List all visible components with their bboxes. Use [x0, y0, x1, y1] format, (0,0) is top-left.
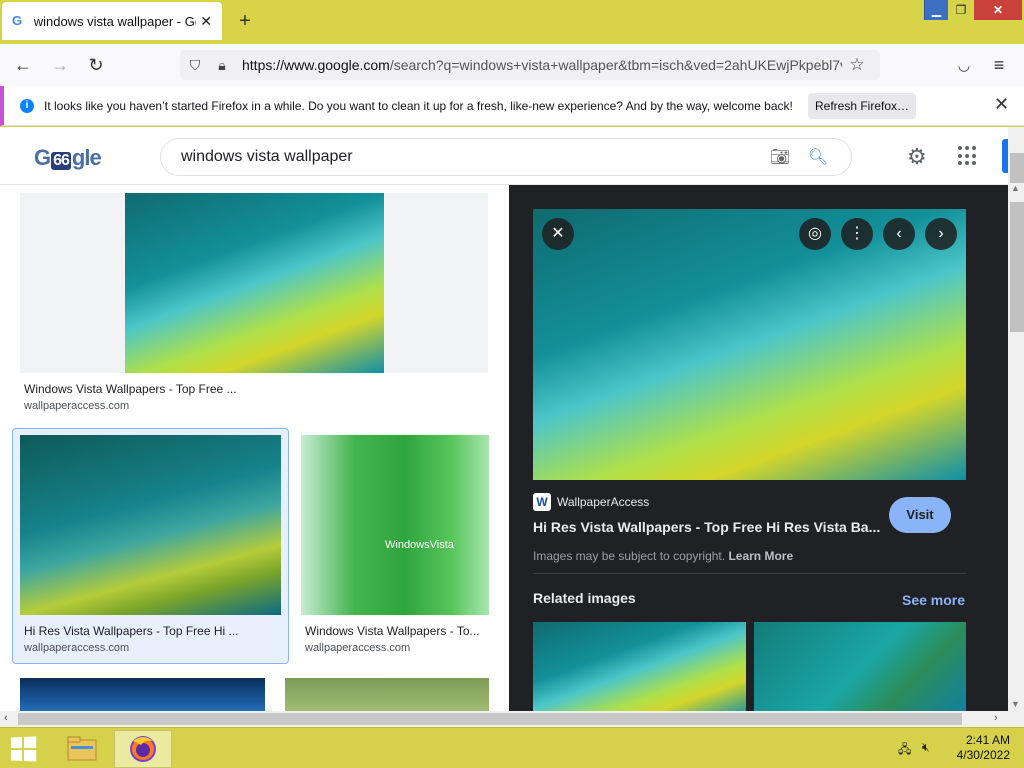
navigation-bar: ← → ↻ ⛉ 🔒︎ https://www.google.com/search… [0, 44, 1024, 86]
tab-strip: G windows vista wallpaper - Goog ✕ + ▁ ❐… [0, 0, 1024, 44]
image-results-grid: Windows Vista Wallpapers - Top Free ... … [0, 185, 509, 711]
next-arrow-icon[interactable]: › [925, 218, 957, 250]
notification-message: It looks like you haven’t started Firefo… [44, 98, 793, 113]
divider [533, 573, 966, 574]
result-source[interactable]: wallpaperaccess.com [24, 642, 129, 654]
copyright-text: Images may be subject to copyright. [533, 549, 726, 563]
apps-grid-icon[interactable] [958, 146, 978, 166]
search-icon[interactable]: 🔍︎ [799, 147, 837, 167]
pocket-icon[interactable]: ◡ [953, 54, 975, 76]
visit-button[interactable]: Visit [889, 497, 951, 533]
camera-search-icon[interactable]: 📷︎ [761, 147, 799, 167]
volume-muted-icon[interactable]: 🔇︎ [922, 740, 930, 755]
refresh-firefox-button[interactable]: Refresh Firefox… [808, 93, 916, 119]
site-name[interactable]: WallpaperAccess [557, 495, 649, 509]
logo-66-badge: 66 [51, 152, 71, 170]
clock-time: 2:41 AM [965, 733, 1010, 747]
close-window-button[interactable]: ✕ [974, 0, 1022, 20]
result-thumbnail[interactable] [125, 193, 384, 373]
vertical-scrollbar[interactable]: ▲ ▼ [1008, 127, 1024, 711]
scroll-right-arrow-icon[interactable]: › [994, 712, 998, 724]
related-images-heading: Related images [533, 590, 636, 606]
lock-icon[interactable]: 🔒︎ [210, 57, 234, 74]
result-thumbnail[interactable] [285, 678, 489, 711]
scrollbar-thumb[interactable] [1010, 202, 1024, 332]
bookmark-star-icon[interactable]: ☆ [842, 55, 872, 75]
minimize-button[interactable]: ▁ [924, 0, 948, 20]
see-more-link[interactable]: See more [902, 592, 965, 608]
previous-arrow-icon[interactable]: ‹ [883, 218, 915, 250]
logo-letter: G [34, 145, 51, 170]
search-input[interactable]: windows vista wallpaper [161, 148, 761, 166]
info-icon: i [20, 98, 34, 113]
result-card[interactable] [20, 193, 488, 373]
google-header: G 66 gle windows vista wallpaper 📷︎ 🔍︎ ⚙ [0, 127, 1008, 185]
menu-hamburger-icon[interactable]: ≡ [988, 54, 1010, 76]
scroll-left-arrow-icon[interactable]: ‹ [4, 712, 8, 724]
result-thumbnail[interactable] [20, 435, 281, 615]
google-logo[interactable]: G 66 gle [34, 145, 102, 171]
horizontal-scrollbar-thumb[interactable] [18, 713, 962, 725]
screen: G windows vista wallpaper - Goog ✕ + ▁ ❐… [0, 0, 1024, 768]
new-tab-button[interactable]: + [234, 10, 256, 33]
tracking-shield-icon[interactable]: ⛉ [180, 57, 210, 74]
lens-search-icon[interactable]: ◎ [799, 218, 831, 250]
firefox-icon [130, 736, 156, 762]
google-favicon-icon: G [12, 13, 23, 28]
result-caption[interactable]: Windows Vista Wallpapers - Top Free ... [24, 382, 237, 396]
tab-title: windows vista wallpaper - Goog [33, 13, 197, 29]
preview-title[interactable]: Hi Res Vista Wallpapers - Top Free Hi Re… [533, 519, 880, 535]
result-thumbnail[interactable] [20, 678, 265, 711]
reload-icon[interactable]: ↻ [85, 54, 107, 76]
related-image-thumbnail[interactable] [533, 622, 746, 711]
tab-close-icon[interactable]: ✕ [200, 13, 212, 30]
scroll-down-arrow-icon[interactable]: ▼ [1011, 699, 1020, 709]
horizontal-scrollbar[interactable]: ‹ › [0, 711, 1024, 727]
result-source[interactable]: wallpaperaccess.com [305, 642, 410, 654]
result-source[interactable]: wallpaperaccess.com [24, 400, 129, 412]
file-explorer-icon[interactable] [62, 732, 102, 766]
url-text[interactable]: https://www.google.com/search?q=windows+… [234, 57, 842, 73]
result-caption[interactable]: Windows Vista Wallpapers - To... [305, 624, 480, 638]
notification-close-icon[interactable]: ✕ [994, 94, 1009, 115]
windows-start-icon[interactable] [10, 736, 38, 762]
result-caption[interactable]: Hi Res Vista Wallpapers - Top Free Hi ..… [24, 624, 239, 638]
image-preview-panel: ✕ ◎ ⋮ ‹ › W WallpaperAccess Hi Res Vista… [509, 185, 1008, 711]
site-logo-icon: W [533, 493, 551, 511]
scrollbar-thumb-top[interactable] [1010, 153, 1024, 183]
copyright-notice: Images may be subject to copyright. Lear… [533, 549, 793, 563]
network-icon[interactable]: 🖧︎ [898, 740, 911, 761]
result-thumbnail[interactable]: WindowsVista [301, 435, 489, 615]
windows-vista-logo: WindowsVista [385, 539, 454, 551]
browser-tab[interactable]: G windows vista wallpaper - Goog ✕ [2, 2, 222, 40]
firefox-taskbar-button[interactable] [114, 730, 172, 768]
scroll-up-arrow-icon[interactable]: ▲ [1011, 183, 1020, 193]
related-image-thumbnail[interactable] [754, 622, 966, 711]
close-preview-icon[interactable]: ✕ [542, 218, 574, 250]
maximize-button[interactable]: ❐ [949, 0, 973, 20]
search-box[interactable]: windows vista wallpaper 📷︎ 🔍︎ [160, 138, 852, 176]
learn-more-link[interactable]: Learn More [728, 549, 793, 563]
back-arrow-icon[interactable]: ← [12, 54, 34, 76]
notification-bar: i It looks like you haven’t started Fire… [0, 86, 1024, 126]
url-host: https://www.google.com [242, 57, 390, 73]
logo-suffix: gle [71, 145, 102, 170]
address-bar[interactable]: ⛉ 🔒︎ https://www.google.com/search?q=win… [180, 50, 880, 80]
clock-date: 4/30/2022 [956, 748, 1010, 762]
source-site[interactable]: W WallpaperAccess [533, 493, 649, 511]
forward-arrow-icon[interactable]: → [49, 54, 71, 76]
settings-gear-icon[interactable]: ⚙ [907, 144, 927, 170]
url-path: /search?q=windows+vista+wallpaper&tbm=is… [389, 57, 842, 73]
taskbar: 🖧︎ 🔇︎ 2:41 AM 4/30/2022 [0, 727, 1024, 768]
more-options-icon[interactable]: ⋮ [841, 218, 873, 250]
system-clock[interactable]: 2:41 AM 4/30/2022 [950, 733, 1010, 763]
